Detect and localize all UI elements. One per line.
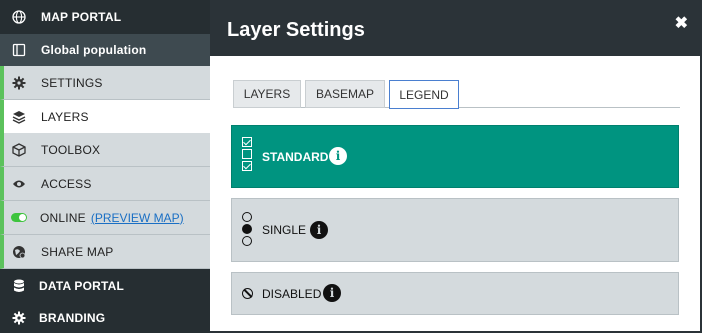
- sidebar-item-online[interactable]: ONLINE (PREVIEW MAP): [0, 201, 210, 235]
- sidebar-item-label: ONLINE: [40, 210, 86, 225]
- radio-stack-icon: [242, 211, 252, 247]
- globe-icon: [11, 9, 27, 25]
- checkbox-checked-icon: [242, 161, 252, 171]
- sidebar-item-label: DATA PORTAL: [39, 279, 125, 293]
- sidebar-item-label: BRANDING: [39, 311, 106, 325]
- checkbox-stack-icon: [242, 136, 252, 172]
- app-root: MAP PORTAL Global population SETTINGS LA…: [0, 0, 702, 333]
- database-icon: [11, 278, 27, 294]
- share-globe-icon: [11, 244, 27, 260]
- sidebar-item-global-population[interactable]: Global population: [0, 34, 210, 66]
- tab-legend[interactable]: LEGEND: [389, 80, 459, 109]
- sidebar-item-label: SHARE MAP: [41, 244, 114, 259]
- option-label-disabled: DISABLED: [262, 287, 322, 301]
- legend-option-standard[interactable]: STANDARD i: [231, 125, 679, 188]
- cube-icon: [11, 142, 27, 158]
- tab-bar: LAYERS BASEMAP LEGEND: [233, 80, 680, 109]
- online-toggle[interactable]: [11, 213, 27, 222]
- sidebar-item-label: SETTINGS: [41, 75, 103, 90]
- tab-basemap[interactable]: BASEMAP: [305, 80, 385, 108]
- sidebar-item-share-map[interactable]: SHARE MAP: [0, 235, 210, 269]
- radio-selected-icon: [242, 224, 252, 234]
- sidebar-item-label: ACCESS: [41, 176, 92, 191]
- info-icon[interactable]: i: [329, 147, 347, 165]
- panel-title: Layer Settings: [227, 19, 365, 41]
- sidebar: MAP PORTAL Global population SETTINGS LA…: [0, 0, 214, 333]
- layers-icon: [11, 109, 27, 125]
- sidebar-item-branding[interactable]: BRANDING: [0, 303, 210, 333]
- close-button[interactable]: ✖: [675, 13, 688, 33]
- sidebar-item-label: Global population: [41, 43, 147, 57]
- info-icon[interactable]: i: [323, 284, 341, 302]
- ban-icon: [242, 288, 253, 299]
- checkbox-empty-icon: [242, 149, 252, 159]
- gear-icon: [11, 310, 27, 326]
- legend-option-single[interactable]: SINGLE i: [231, 198, 679, 262]
- sidebar-item-data-portal[interactable]: DATA PORTAL: [0, 269, 210, 303]
- radio-empty-icon: [242, 236, 252, 246]
- legend-option-disabled[interactable]: DISABLED i: [231, 272, 679, 315]
- option-label-single: SINGLE: [262, 223, 307, 237]
- sidebar-item-label: LAYERS: [41, 109, 89, 124]
- sidebar-item-toolbox[interactable]: TOOLBOX: [0, 133, 210, 167]
- layer-settings-panel: Layer Settings ✖ LAYERS BASEMAP LEGEND S…: [210, 0, 702, 333]
- sidebar-item-settings[interactable]: SETTINGS: [0, 66, 210, 100]
- checkbox-checked-icon: [242, 137, 252, 147]
- map-book-icon: [11, 42, 27, 58]
- sidebar-item-access[interactable]: ACCESS: [0, 167, 210, 201]
- sidebar-item-label: TOOLBOX: [41, 142, 101, 157]
- eye-icon: [11, 176, 27, 192]
- gear-icon: [11, 75, 27, 91]
- preview-map-link[interactable]: (PREVIEW MAP): [91, 211, 184, 225]
- sidebar-item-layers[interactable]: LAYERS: [0, 100, 214, 133]
- option-label-standard: STANDARD: [262, 150, 329, 164]
- tab-layers[interactable]: LAYERS: [233, 80, 301, 108]
- radio-empty-icon: [242, 212, 252, 222]
- sidebar-item-label: MAP PORTAL: [41, 10, 122, 24]
- sidebar-item-map-portal[interactable]: MAP PORTAL: [0, 0, 210, 34]
- panel-header: Layer Settings ✖: [210, 2, 700, 56]
- info-icon[interactable]: i: [310, 221, 328, 239]
